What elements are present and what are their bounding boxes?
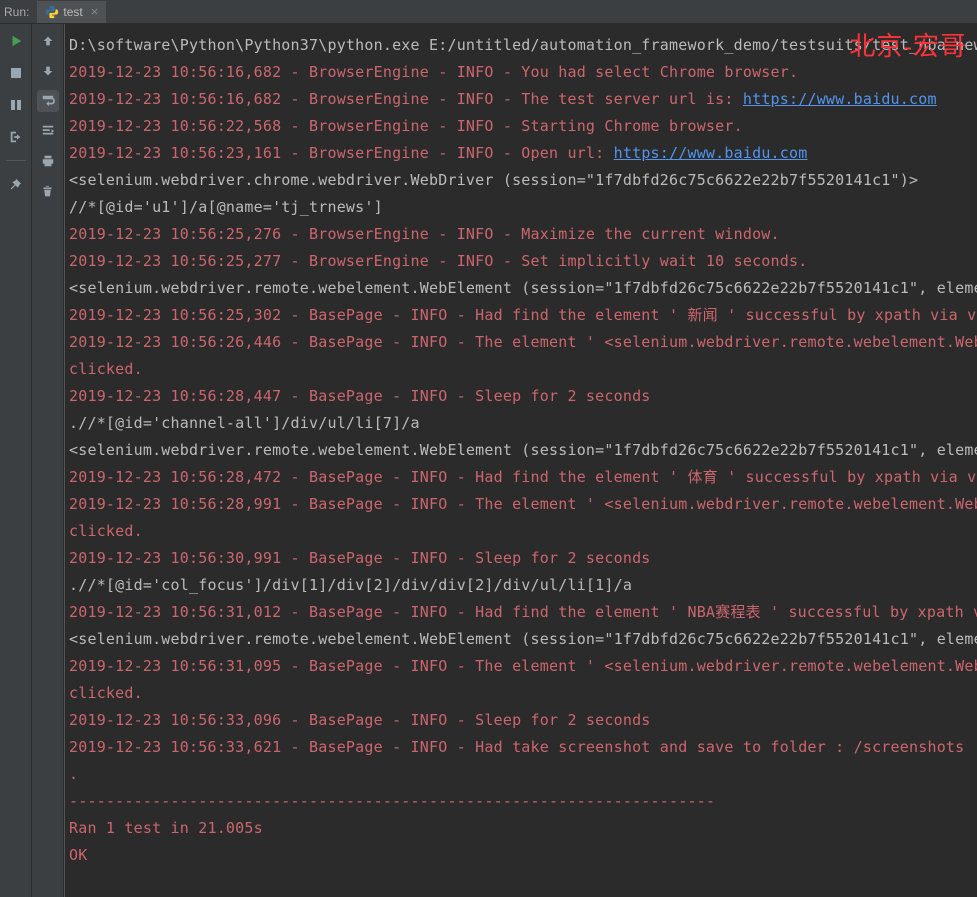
console-line: 2019-12-23 10:56:25,302 - BasePage - INF…: [69, 302, 973, 329]
console-line: <selenium.webdriver.remote.webelement.We…: [69, 275, 973, 302]
console-line: .: [69, 761, 973, 788]
console-line: 2019-12-23 10:56:31,012 - BasePage - INF…: [69, 599, 973, 626]
python-file-icon: [45, 5, 59, 19]
console-line: <selenium.webdriver.remote.webelement.We…: [69, 437, 973, 464]
console-line: 2019-12-23 10:56:25,276 - BrowserEngine …: [69, 221, 973, 248]
tab-name: test: [63, 5, 82, 19]
print-icon[interactable]: [37, 150, 59, 172]
console-line: .//*[@id='channel-all']/div/ul/li[7]/a: [69, 410, 973, 437]
console-line: <selenium.webdriver.chrome.webdriver.Web…: [69, 167, 973, 194]
console-line: 2019-12-23 10:56:26,446 - BasePage - INF…: [69, 329, 973, 356]
scroll-down-icon[interactable]: [37, 60, 59, 82]
pin-icon[interactable]: [5, 173, 27, 195]
console-line: .//*[@id='col_focus']/div[1]/div[2]/div/…: [69, 572, 973, 599]
console-line: <selenium.webdriver.remote.webelement.We…: [69, 626, 973, 653]
console-output[interactable]: 北京-宏哥 D:\software\Python\Python37\python…: [64, 24, 977, 897]
scroll-to-end-icon[interactable]: [37, 120, 59, 142]
run-toolbar-left: [0, 24, 32, 897]
console-line: clicked.: [69, 680, 973, 707]
console-link[interactable]: https://www.baidu.com: [614, 144, 808, 162]
console-line: 2019-12-23 10:56:31,095 - BasePage - INF…: [69, 653, 973, 680]
console-line: 2019-12-23 10:56:16,682 - BrowserEngine …: [69, 86, 973, 113]
console-line: 2019-12-23 10:56:33,621 - BasePage - INF…: [69, 734, 973, 761]
console-line: 2019-12-23 10:56:28,447 - BasePage - INF…: [69, 383, 973, 410]
console-line: 2019-12-23 10:56:22,568 - BrowserEngine …: [69, 113, 973, 140]
console-line: 2019-12-23 10:56:28,991 - BasePage - INF…: [69, 491, 973, 518]
console-line: D:\software\Python\Python37\python.exe E…: [69, 32, 973, 59]
run-tool-window-header: Run: test ×: [0, 0, 977, 24]
soft-wrap-icon[interactable]: [37, 90, 59, 112]
console-line: 2019-12-23 10:56:25,277 - BrowserEngine …: [69, 248, 973, 275]
console-line: clicked.: [69, 518, 973, 545]
console-line: clicked.: [69, 356, 973, 383]
console-line: 2019-12-23 10:56:30,991 - BasePage - INF…: [69, 545, 973, 572]
console-line: 2019-12-23 10:56:33,096 - BasePage - INF…: [69, 707, 973, 734]
console-line: Ran 1 test in 21.005s: [69, 815, 973, 842]
stop-icon[interactable]: [5, 62, 27, 84]
console-line: ----------------------------------------…: [69, 788, 973, 815]
delete-icon[interactable]: [37, 180, 59, 202]
exit-icon[interactable]: [5, 126, 27, 148]
close-tab-icon[interactable]: ×: [91, 4, 99, 19]
run-label: Run:: [4, 5, 29, 19]
console-line: 2019-12-23 10:56:16,682 - BrowserEngine …: [69, 59, 973, 86]
console-link[interactable]: https://www.baidu.com: [743, 90, 937, 108]
run-tab-test[interactable]: test ×: [37, 1, 106, 23]
pause-icon[interactable]: [5, 94, 27, 116]
console-line: 2019-12-23 10:56:28,472 - BasePage - INF…: [69, 464, 973, 491]
console-line: OK: [69, 842, 973, 869]
rerun-icon[interactable]: [5, 30, 27, 52]
scroll-up-icon[interactable]: [37, 30, 59, 52]
console-line: 2019-12-23 10:56:23,161 - BrowserEngine …: [69, 140, 973, 167]
console-line: //*[@id='u1']/a[@name='tj_trnews']: [69, 194, 973, 221]
run-toolbar-right: [32, 24, 64, 897]
